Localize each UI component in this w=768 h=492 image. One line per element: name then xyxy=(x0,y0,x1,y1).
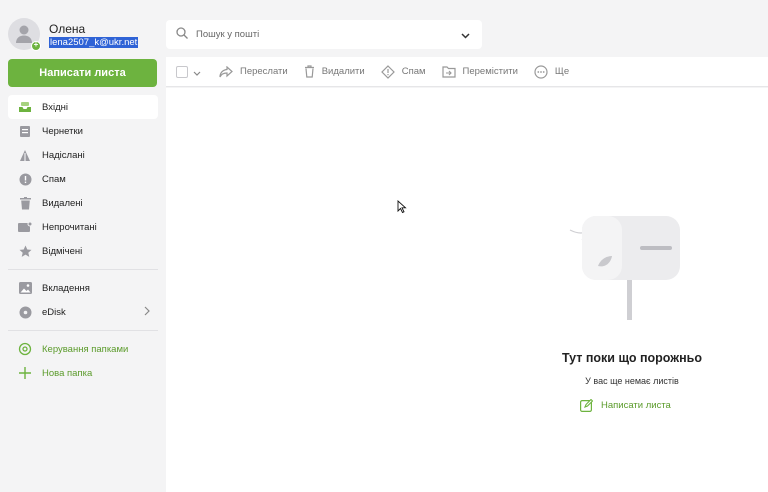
delete-button[interactable]: Видалити xyxy=(304,65,365,78)
gear-icon xyxy=(18,342,32,356)
select-all-checkbox[interactable] xyxy=(176,65,188,78)
sidebar-item-starred[interactable]: Відмічені xyxy=(8,239,158,263)
sidebar-item-drafts[interactable]: Чернетки xyxy=(8,119,158,143)
sidebar-item-spam[interactable]: Спам xyxy=(8,167,158,191)
chevron-down-icon[interactable] xyxy=(193,63,201,81)
top-bar: Пошук у пошті xyxy=(166,0,768,57)
folder-list: Вхідні Чернетки Надіслані Спам Видалені xyxy=(8,95,158,385)
sidebar-item-label: Надіслані xyxy=(42,149,85,161)
disk-icon xyxy=(18,305,32,319)
empty-mailbox-illustration xyxy=(568,210,680,327)
manage-folders-label: Керування папками xyxy=(42,343,129,355)
star-icon xyxy=(18,244,32,258)
sidebar-item-inbox[interactable]: Вхідні xyxy=(8,95,158,119)
sidebar-item-label: Чернетки xyxy=(42,125,83,137)
profile-name: Олена xyxy=(49,22,86,36)
spam-icon xyxy=(18,172,32,186)
new-folder-label: Нова папка xyxy=(42,367,93,379)
image-icon xyxy=(18,281,32,295)
move-label: Перемістити xyxy=(462,66,518,77)
manage-folders-link[interactable]: Керування папками xyxy=(8,337,158,361)
drafts-icon xyxy=(18,124,32,138)
mouse-cursor-icon xyxy=(397,199,407,219)
more-button[interactable]: Ще xyxy=(534,64,570,79)
spam-label: Спам xyxy=(401,66,426,77)
sidebar-item-label: Спам xyxy=(42,173,66,185)
toolbar: Переслати Видалити Спам Перемістити Ще xyxy=(166,57,768,87)
message-list-empty: Тут поки що порожньо У вас ще немає лист… xyxy=(166,88,768,492)
new-folder-link[interactable]: Нова папка xyxy=(8,361,158,385)
sidebar-item-sent[interactable]: Надіслані xyxy=(8,143,158,167)
trash-icon xyxy=(18,196,32,210)
plus-icon xyxy=(18,366,32,380)
sidebar-item-label: Непрочитані xyxy=(42,221,97,233)
trash-icon xyxy=(304,65,315,78)
forward-icon xyxy=(219,65,233,78)
empty-state-subtitle: У вас ще немає листів xyxy=(585,376,679,386)
sidebar-item-trash[interactable]: Видалені xyxy=(8,191,158,215)
unread-icon xyxy=(18,220,32,234)
compose-button[interactable]: Написати листа xyxy=(8,59,157,87)
sidebar-item-label: Вхідні xyxy=(42,101,68,113)
forward-button[interactable]: Переслати xyxy=(219,65,288,78)
search-icon xyxy=(176,26,188,44)
delete-label: Видалити xyxy=(321,66,365,77)
sidebar-divider xyxy=(8,330,158,331)
sidebar-item-label: eDisk xyxy=(42,306,66,318)
move-to-folder-icon xyxy=(441,65,456,78)
sidebar-divider xyxy=(8,269,158,270)
sidebar: + Олена lena2507_k@ukr.net Написати лист… xyxy=(0,0,166,492)
sidebar-item-label: Видалені xyxy=(42,197,83,209)
sidebar-item-attachments[interactable]: Вкладення xyxy=(8,276,158,300)
more-icon xyxy=(534,64,548,79)
sidebar-item-label: Вкладення xyxy=(42,282,90,294)
sidebar-item-unread[interactable]: Непрочитані xyxy=(8,215,158,239)
edit-icon xyxy=(580,399,593,412)
inbox-icon xyxy=(18,100,32,114)
more-label: Ще xyxy=(554,66,570,77)
move-button[interactable]: Перемістити xyxy=(441,65,518,78)
avatar[interactable]: + xyxy=(8,18,41,51)
sidebar-item-edisk[interactable]: eDisk xyxy=(8,300,158,324)
compose-link-label: Написати листа xyxy=(601,400,671,411)
search-placeholder: Пошук у пошті xyxy=(196,29,260,40)
search-input[interactable]: Пошук у пошті xyxy=(166,20,482,49)
chevron-right-icon[interactable] xyxy=(144,306,150,319)
profile[interactable]: + Олена lena2507_k@ukr.net xyxy=(8,18,158,54)
empty-state-title: Тут поки що порожньо xyxy=(562,351,702,365)
forward-label: Переслати xyxy=(240,66,288,77)
chevron-down-icon[interactable] xyxy=(461,26,470,44)
sidebar-item-label: Відмічені xyxy=(42,245,83,257)
spam-icon xyxy=(380,64,395,79)
user-icon xyxy=(16,25,32,43)
profile-email: lena2507_k@ukr.net xyxy=(49,37,139,48)
add-photo-badge[interactable]: + xyxy=(31,41,41,51)
sent-icon xyxy=(18,148,32,162)
spam-button[interactable]: Спам xyxy=(380,64,426,79)
compose-link[interactable]: Написати листа xyxy=(580,399,671,412)
